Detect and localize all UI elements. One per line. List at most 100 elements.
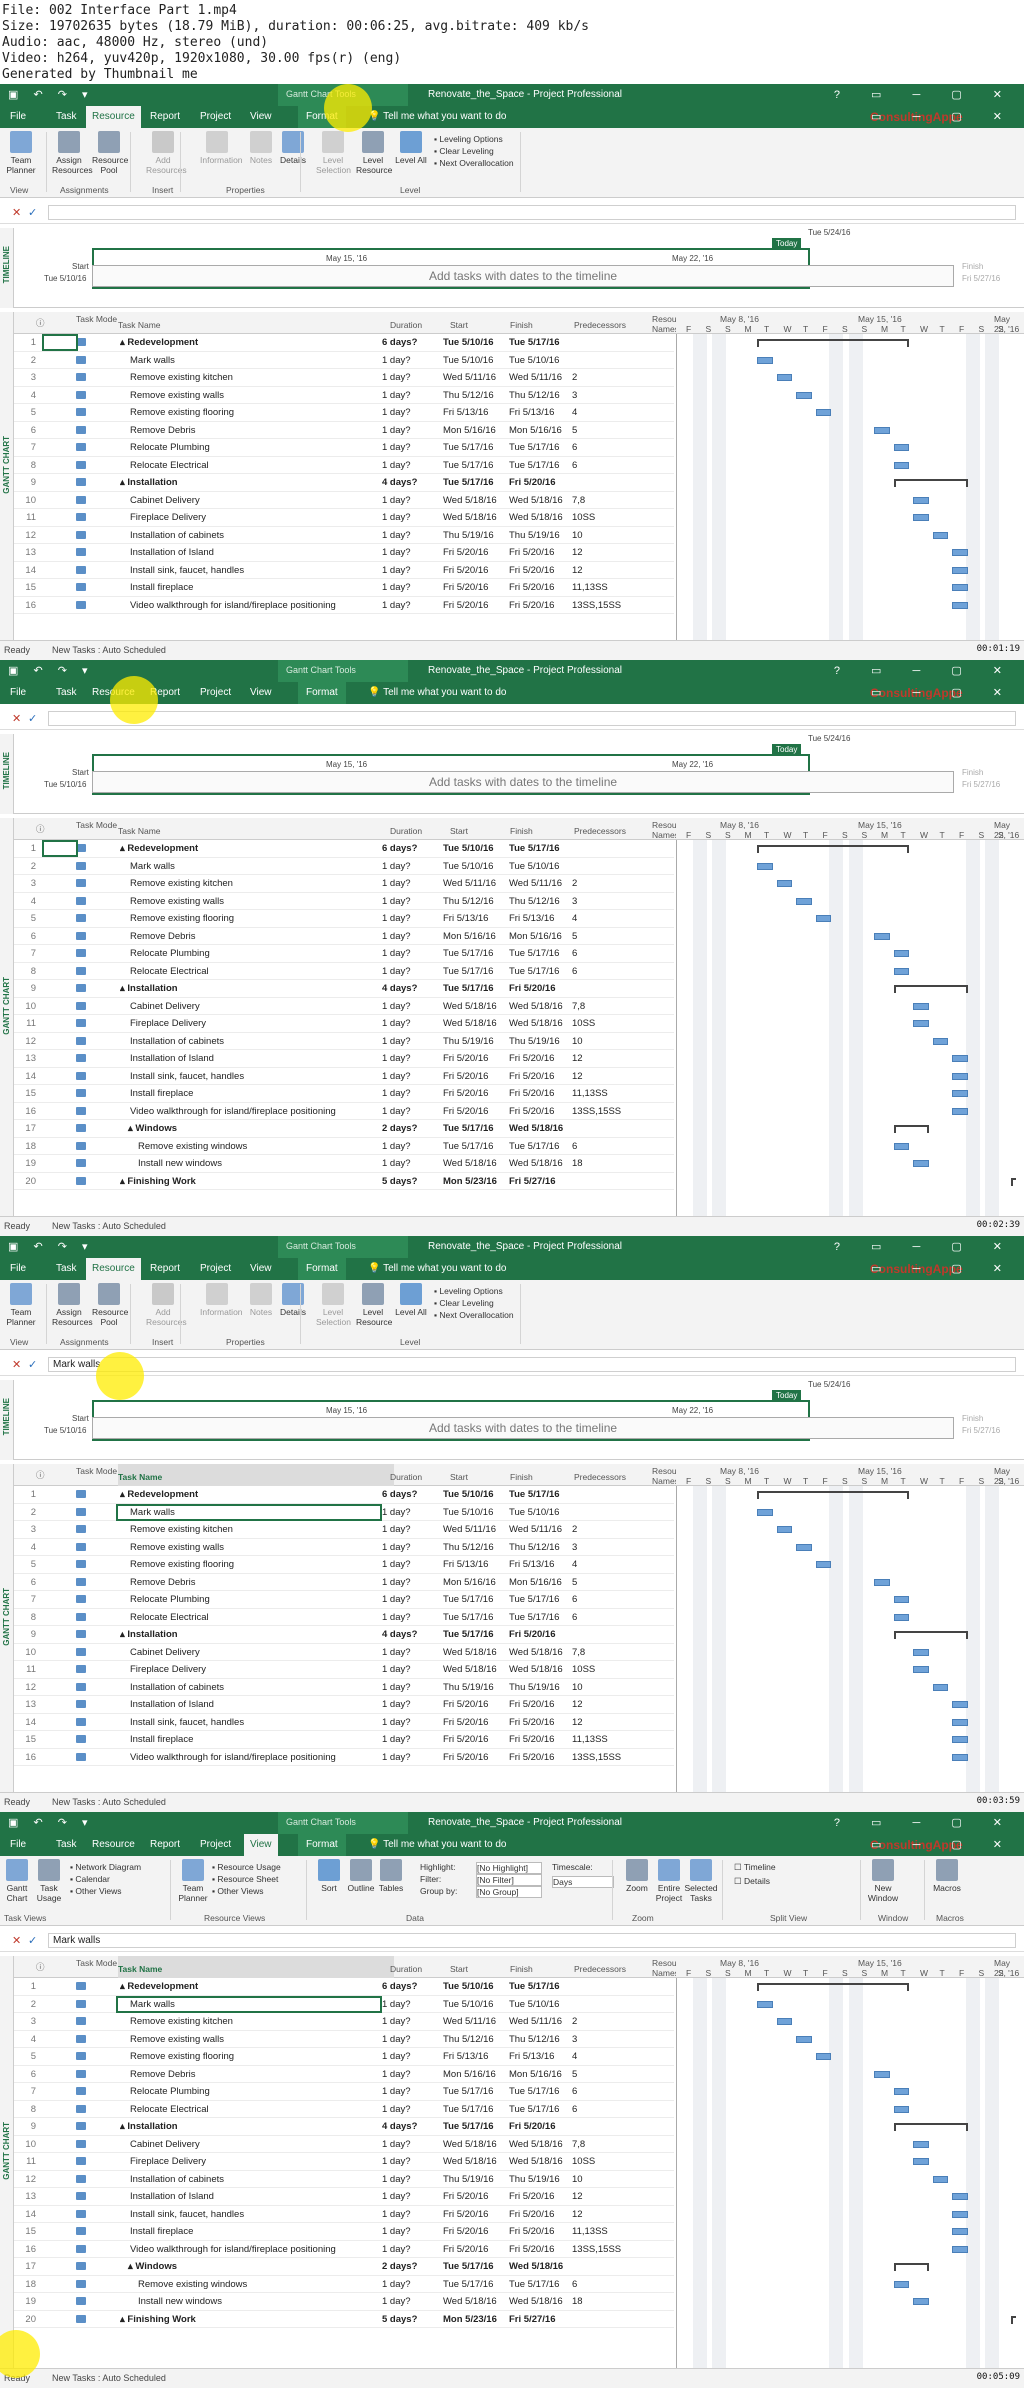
- task-start[interactable]: Wed 5/18/16: [443, 512, 503, 523]
- task-row[interactable]: 2 Mark walls 1 day? Tue 5/10/16 Tue 5/10/16: [14, 858, 674, 875]
- filter-dropdown[interactable]: [No Filter]: [476, 1874, 542, 1886]
- task-duration[interactable]: 1 day?: [382, 1594, 430, 1605]
- new-tasks-mode[interactable]: New Tasks : Auto Scheduled: [52, 1221, 166, 1231]
- level-selection-button[interactable]: Level Selection: [316, 1283, 351, 1327]
- task-row[interactable]: 6 Remove Debris 1 day? Mon 5/16/16 Mon 5/16/…: [14, 928, 674, 945]
- task-name[interactable]: Install fireplace: [120, 1734, 390, 1745]
- task-start[interactable]: Wed 5/18/16: [443, 2156, 503, 2167]
- task-start[interactable]: Tue 5/17/16: [443, 2121, 503, 2132]
- task-row[interactable]: 3 Remove existing kitchen 1 day? Wed 5/11/1…: [14, 875, 674, 893]
- task-predecessors[interactable]: 2: [572, 1524, 622, 1535]
- task-bar[interactable]: [893, 461, 909, 469]
- column-start[interactable]: Start: [450, 1472, 468, 1482]
- task-predecessors[interactable]: 7,8: [572, 1647, 622, 1658]
- task-duration[interactable]: 1 day?: [382, 1542, 430, 1553]
- task-row[interactable]: 4 Remove existing walls 1 day? Thu 5/12/16 T…: [14, 387, 674, 404]
- task-start[interactable]: Fri 5/13/16: [443, 2051, 503, 2062]
- task-start[interactable]: Wed 5/11/16: [443, 372, 503, 383]
- task-name[interactable]: Fireplace Delivery: [120, 2156, 390, 2167]
- task-bar[interactable]: [893, 444, 909, 451]
- task-finish[interactable]: Tue 5/17/16: [509, 442, 569, 453]
- task-start[interactable]: Tue 5/17/16: [443, 2086, 503, 2097]
- task-duration[interactable]: 6 days?: [382, 843, 430, 854]
- task-name[interactable]: Cabinet Delivery: [120, 1647, 390, 1658]
- task-row[interactable]: 11 Fireplace Delivery 1 day? Wed 5/18/16 Wed…: [14, 1015, 674, 1033]
- task-duration[interactable]: 1 day?: [382, 425, 430, 436]
- tab-task[interactable]: Task: [56, 111, 77, 122]
- task-name[interactable]: Relocate Electrical: [120, 966, 390, 977]
- tab-task[interactable]: Task: [56, 687, 77, 698]
- task-finish[interactable]: Tue 5/17/16: [509, 948, 569, 959]
- task-start[interactable]: Wed 5/18/16: [443, 1018, 503, 1029]
- task-name[interactable]: Remove existing kitchen: [120, 2016, 390, 2027]
- task-name[interactable]: Video walkthrough for island/fireplace p…: [120, 2244, 390, 2255]
- task-start[interactable]: Tue 5/17/16: [443, 1612, 503, 1623]
- task-name[interactable]: Remove existing kitchen: [120, 1524, 390, 1535]
- task-duration[interactable]: 4 days?: [382, 983, 430, 994]
- task-predecessors[interactable]: 12: [572, 1053, 622, 1064]
- gantt-chart-button[interactable]: Gantt Chart: [0, 1859, 34, 1903]
- task-finish[interactable]: Tue 5/17/16: [509, 1981, 569, 1992]
- tab-resource[interactable]: Resource: [86, 106, 141, 128]
- task-name[interactable]: Relocate Plumbing: [120, 442, 390, 453]
- task-row[interactable]: 17 ▴ Windows 2 days? Tue 5/17/16 Wed 5/18/16: [14, 1120, 674, 1138]
- task-duration[interactable]: 1 day?: [382, 1001, 430, 1012]
- summary-bar[interactable]: [757, 1491, 909, 1499]
- task-row[interactable]: 12 Installation of cabinets 1 day? Thu 5/19…: [14, 2171, 674, 2188]
- task-row[interactable]: 10 Cabinet Delivery 1 day? Wed 5/18/16 Wed 5…: [14, 492, 674, 509]
- task-row[interactable]: 20 ▴ Finishing Work 5 days? Mon 5/23/16 Fri …: [14, 2311, 674, 2328]
- task-predecessors[interactable]: 4: [572, 1559, 622, 1570]
- task-bar[interactable]: [952, 1090, 968, 1097]
- task-predecessors[interactable]: 4: [572, 2051, 622, 2062]
- task-finish[interactable]: Wed 5/11/16: [509, 372, 569, 383]
- task-row[interactable]: 16 Video walkthrough for island/fireplace…: [14, 1749, 674, 1766]
- level-all-button[interactable]: Level All: [394, 1283, 428, 1317]
- task-duration[interactable]: 1 day?: [382, 1717, 430, 1728]
- entry-field[interactable]: Mark walls: [48, 1933, 1016, 1948]
- task-row[interactable]: 15 Install fireplace 1 day? Fri 5/20/16 Fri …: [14, 2223, 674, 2241]
- task-start[interactable]: Wed 5/11/16: [443, 1524, 503, 1535]
- calendar[interactable]: ▪ Calendar: [70, 1874, 110, 1884]
- task-duration[interactable]: 1 day?: [382, 1088, 430, 1099]
- tell-me-search[interactable]: 💡 Tell me what you want to do: [368, 1263, 506, 1274]
- window-controls[interactable]: ? ▭ ─ ▢ ✕: [834, 1240, 1016, 1253]
- ribbon-controls[interactable]: ▭ ─ ▢ ✕: [871, 686, 1016, 699]
- task-row[interactable]: 17 ▴ Windows 2 days? Tue 5/17/16 Wed 5/18/16: [14, 2258, 674, 2276]
- task-finish[interactable]: Tue 5/17/16: [509, 460, 569, 471]
- task-row[interactable]: 9 ▴ Installation 4 days? Tue 5/17/16 Fri 5/2…: [14, 980, 674, 998]
- task-start[interactable]: Tue 5/17/16: [443, 2261, 503, 2272]
- task-duration[interactable]: 2 days?: [382, 1123, 430, 1134]
- column-finish[interactable]: Finish: [510, 1472, 533, 1482]
- task-name[interactable]: ▴ Windows: [120, 1123, 390, 1134]
- task-bar[interactable]: [913, 496, 929, 504]
- task-duration[interactable]: 1 day?: [382, 1577, 430, 1588]
- task-bar[interactable]: [913, 514, 929, 521]
- task-start[interactable]: Tue 5/17/16: [443, 442, 503, 453]
- task-row[interactable]: 5 Remove existing flooring 1 day? Fri 5/13/…: [14, 2048, 674, 2066]
- task-predecessors[interactable]: 2: [572, 2016, 622, 2027]
- task-row[interactable]: 14 Install sink, faucet, handles 1 day? Fri…: [14, 1714, 674, 1731]
- task-finish[interactable]: Thu 5/19/16: [509, 530, 569, 541]
- task-bar[interactable]: [913, 1666, 929, 1673]
- task-predecessors[interactable]: 11,13SS: [572, 1088, 622, 1099]
- task-finish[interactable]: Fri 5/20/16: [509, 983, 569, 994]
- task-predecessors[interactable]: 6: [572, 948, 622, 959]
- task-row[interactable]: 12 Installation of cabinets 1 day? Thu 5/19…: [14, 527, 674, 544]
- column-resource-names[interactable]: Resource Names: [652, 1466, 676, 1486]
- task-bar[interactable]: [874, 1578, 890, 1586]
- task-start[interactable]: Tue 5/17/16: [443, 1141, 503, 1152]
- task-bar[interactable]: [776, 2018, 792, 2025]
- tab-project[interactable]: Project: [200, 1263, 231, 1274]
- tab-project[interactable]: Project: [200, 1839, 231, 1850]
- task-row[interactable]: 8 Relocate Electrical 1 day? Tue 5/17/16 Tue…: [14, 457, 674, 474]
- column-duration[interactable]: Duration: [390, 1964, 422, 1974]
- task-finish[interactable]: Wed 5/18/16: [509, 495, 569, 506]
- column-task-name[interactable]: Task Name: [118, 1964, 162, 1974]
- task-bar[interactable]: [952, 601, 968, 609]
- summary-bar[interactable]: [893, 985, 968, 993]
- task-finish[interactable]: Mon 5/16/16: [509, 2069, 569, 2080]
- task-name[interactable]: Install fireplace: [120, 1088, 390, 1099]
- task-start[interactable]: Tue 5/10/16: [443, 1999, 503, 2010]
- outline-button[interactable]: Outline: [344, 1859, 378, 1893]
- task-bar[interactable]: [932, 2175, 948, 2183]
